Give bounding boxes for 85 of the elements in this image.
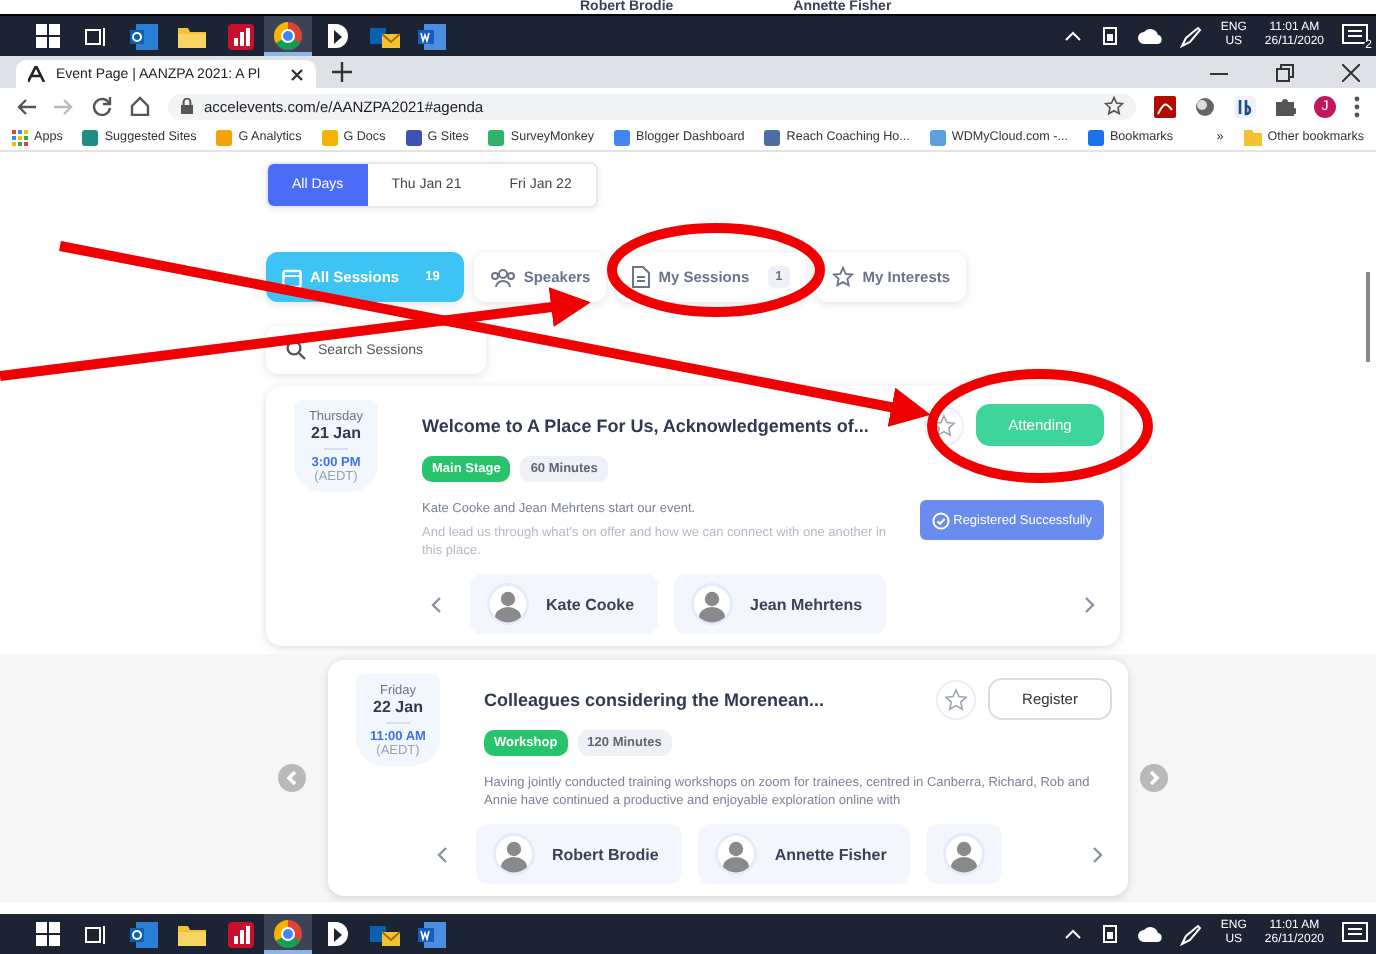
mail-app-icon (369, 921, 399, 947)
speaker-card[interactable] (926, 824, 1003, 884)
mail-app-icon (130, 23, 158, 49)
new-tab-icon[interactable] (332, 62, 352, 82)
bar-chart-icon (227, 23, 253, 49)
star-icon (944, 687, 968, 711)
pen-icon[interactable] (1180, 923, 1203, 945)
chevron-right-icon[interactable] (1092, 845, 1104, 863)
favicon-icon (488, 129, 505, 145)
avatar-icon (942, 832, 987, 876)
speaker-name: Annette Fisher (774, 845, 887, 863)
battery-icon[interactable] (1100, 26, 1121, 46)
session-title[interactable]: Colleagues considering the Morenean... (484, 689, 924, 709)
browser-icon (274, 920, 302, 948)
avatar-icon (714, 832, 759, 876)
favicon-icon (321, 129, 338, 145)
folder-icon (178, 24, 206, 48)
speaker-name: Jean Mehrtens (750, 595, 863, 613)
bar-chart-icon (227, 921, 253, 947)
browser-icon (274, 22, 302, 50)
favicon-icon (614, 129, 631, 145)
document-app-icon (418, 23, 446, 49)
chevron-right-icon[interactable] (1084, 595, 1096, 613)
favicon-icon (12, 129, 28, 145)
scrollbar-thumb[interactable] (1366, 272, 1370, 362)
reload-icon[interactable] (92, 96, 112, 116)
folder-icon (178, 922, 206, 946)
session-date: 22 Jan (373, 698, 423, 716)
circle-extension-icon[interactable] (1194, 95, 1216, 117)
extension-icon[interactable] (1234, 95, 1256, 117)
close-icon[interactable] (290, 67, 304, 81)
people-icon (489, 267, 516, 287)
notification-icon[interactable] (1342, 24, 1368, 48)
session-title[interactable]: Welcome to A Place For Us, Acknowledgements of... (422, 415, 912, 435)
document-icon (632, 266, 651, 288)
app-icon (324, 921, 348, 947)
site-logo-icon (28, 66, 46, 82)
favicon-icon (1087, 129, 1104, 145)
star-icon (932, 413, 956, 437)
battery-icon[interactable] (1100, 924, 1121, 944)
back-arrow-icon[interactable] (16, 97, 36, 115)
window-panes-icon (36, 922, 60, 946)
favicon-icon (764, 129, 781, 145)
app-icon (324, 23, 348, 49)
check-circle-icon (931, 511, 950, 529)
lock-icon (180, 98, 194, 114)
speaker-card[interactable]: Robert Brodie (476, 824, 683, 884)
speaker-name: Kate Cooke (546, 595, 635, 613)
cloud-icon[interactable] (1138, 28, 1163, 44)
mail-app-icon (369, 23, 399, 49)
session-date: 21 Jan (311, 424, 361, 442)
restore-icon[interactable] (1276, 63, 1294, 81)
menu-dots-icon[interactable] (1354, 95, 1360, 117)
folder-icon (1243, 129, 1262, 145)
taskbar-app[interactable] (264, 914, 312, 954)
avatar-icon (492, 832, 536, 876)
chevron-up-icon[interactable] (1064, 928, 1083, 940)
document-app-icon (418, 921, 446, 947)
speaker-name: Robert Brodie (552, 845, 659, 863)
favicon-icon (82, 129, 99, 145)
speaker-card[interactable]: Annette Fisher (698, 824, 911, 884)
avatar-icon (690, 582, 735, 626)
bookmark-star-icon[interactable] (1104, 96, 1124, 116)
speaker-card[interactable]: Kate Cooke (470, 574, 659, 634)
mail-app-icon (130, 921, 158, 947)
cloud-icon[interactable] (1138, 926, 1163, 942)
speaker-card[interactable]: Jean Mehrtens (674, 574, 887, 634)
pdf-extension-icon[interactable] (1154, 95, 1176, 117)
chevron-up-icon[interactable] (1064, 30, 1083, 42)
taskbar-app[interactable] (264, 16, 312, 56)
favicon-icon (405, 129, 422, 145)
favicon-icon (929, 129, 946, 145)
notification-icon[interactable] (1342, 922, 1368, 946)
star-icon (832, 266, 855, 288)
chevron-left-icon[interactable] (436, 845, 448, 863)
window-panes-icon (36, 24, 60, 48)
task-view-icon (84, 25, 108, 47)
avatar-icon (486, 582, 530, 626)
home-icon[interactable] (130, 96, 150, 116)
task-view-icon (84, 923, 108, 945)
calendar-icon (282, 267, 302, 287)
chevron-left-icon[interactable] (430, 595, 442, 613)
favicon-icon (216, 129, 233, 145)
close-icon[interactable] (1342, 63, 1360, 81)
pen-icon[interactable] (1180, 25, 1203, 47)
